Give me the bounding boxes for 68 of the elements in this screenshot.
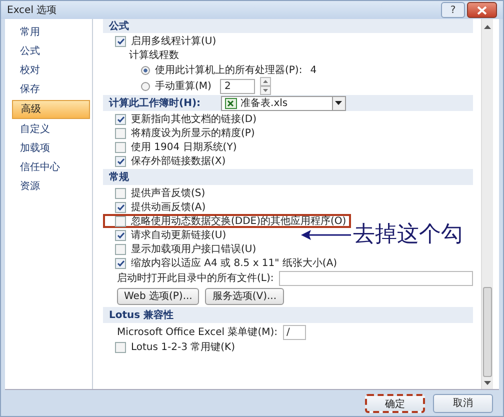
sidebar-item[interactable]: 信任中心 bbox=[12, 159, 90, 176]
input-field[interactable] bbox=[278, 270, 473, 286]
options-button[interactable]: Web 选项(P)... bbox=[117, 288, 200, 304]
checkbox[interactable] bbox=[115, 202, 126, 212]
caret-icon bbox=[335, 101, 342, 105]
option-label: 计算线程数 bbox=[129, 48, 179, 62]
input-field[interactable]: / bbox=[282, 324, 306, 340]
sidebar-item[interactable]: 保存 bbox=[12, 81, 90, 98]
sidebar-item[interactable]: 公式 bbox=[12, 43, 90, 60]
sidebar-item[interactable]: 校对 bbox=[12, 62, 90, 79]
checkbox-label: Lotus 1-2-3 常用键(K) bbox=[131, 340, 236, 354]
field-label: 启动时打开此目录中的所有文件(L): bbox=[117, 272, 274, 284]
checkbox-label: 使用 1904 日期系统(Y) bbox=[131, 140, 237, 154]
checkbox-label: 提供动画反馈(A) bbox=[131, 200, 206, 214]
close-icon bbox=[477, 6, 487, 14]
checkbox[interactable] bbox=[115, 244, 126, 254]
window-title: Excel 选项 bbox=[7, 4, 57, 17]
radio-label: 手动重算(M) bbox=[155, 80, 212, 92]
spreadsheet-icon bbox=[224, 98, 237, 108]
options-button[interactable]: 服务选项(V)... bbox=[205, 288, 284, 304]
section-title: 常规 bbox=[109, 170, 129, 184]
checkbox[interactable] bbox=[115, 128, 126, 138]
checkbox-label: 忽略使用动态数据交换(DDE)的其他应用程序(O) bbox=[131, 214, 346, 228]
field-label: Microsoft Office Excel 菜单键(M): bbox=[117, 326, 278, 338]
workbook-dropdown[interactable]: 准备表.xls bbox=[220, 96, 346, 110]
checkbox[interactable] bbox=[115, 230, 126, 240]
scrollbar[interactable] bbox=[481, 19, 493, 389]
checkbox[interactable] bbox=[115, 114, 126, 124]
annotation-text: 去掉这个勾 bbox=[353, 223, 463, 247]
dropdown-button[interactable] bbox=[332, 96, 345, 110]
spin-field[interactable]: 2 bbox=[220, 78, 256, 94]
checkbox-label: 缩放内容以适应 A4 或 8.5 x 11" 纸张大小(A) bbox=[131, 256, 338, 270]
section-title: 公式 bbox=[109, 20, 129, 32]
checkbox-label: 显示加载项用户接口错误(U) bbox=[131, 242, 256, 256]
scroll-thumb[interactable] bbox=[483, 287, 492, 377]
checkbox-label: 更新指向其他文档的链接(D) bbox=[131, 112, 257, 126]
checkbox-label: 提供声音反馈(S) bbox=[131, 186, 206, 200]
sidebar-item[interactable]: 自定义 bbox=[12, 121, 90, 138]
checkbox[interactable] bbox=[115, 216, 126, 226]
arrow-icon bbox=[301, 229, 351, 241]
sidebar-item[interactable]: 加载项 bbox=[12, 140, 90, 157]
checkbox[interactable] bbox=[115, 188, 126, 198]
sidebar-item[interactable]: 常用 bbox=[12, 24, 90, 41]
spin-buttons[interactable] bbox=[260, 77, 272, 95]
section-title: 计算此工作簿时(H): bbox=[109, 96, 201, 110]
help-button[interactable]: ? bbox=[441, 2, 465, 18]
up-arrow-icon bbox=[484, 25, 491, 29]
sidebar-item[interactable]: 资源 bbox=[12, 178, 90, 195]
dialog-button[interactable]: 取消 bbox=[433, 394, 493, 412]
checkbox[interactable] bbox=[115, 36, 126, 46]
checkbox[interactable] bbox=[115, 142, 126, 152]
section-title: Lotus 兼容性 bbox=[109, 308, 174, 322]
checkbox-label: 保存外部链接数据(X) bbox=[131, 154, 226, 168]
dialog-button[interactable]: 确定 bbox=[365, 394, 425, 412]
down-arrow-icon bbox=[484, 381, 491, 385]
radio-button[interactable] bbox=[141, 66, 150, 74]
checkbox[interactable] bbox=[115, 342, 126, 352]
sidebar-item[interactable]: 高级 bbox=[12, 100, 90, 119]
checkbox-label: 将精度设为所显示的精度(P) bbox=[131, 126, 255, 140]
checkbox[interactable] bbox=[115, 156, 126, 166]
checkbox[interactable] bbox=[115, 258, 126, 268]
radio-button[interactable] bbox=[141, 82, 150, 90]
radio-label: 使用此计算机上的所有处理器(P): bbox=[155, 64, 302, 76]
processor-count: 4 bbox=[310, 64, 317, 76]
dropdown-value: 准备表.xls bbox=[240, 96, 289, 110]
checkbox-label: 启用多线程计算(U) bbox=[131, 34, 216, 48]
checkbox-label: 请求自动更新链接(U) bbox=[131, 228, 226, 242]
close-button[interactable] bbox=[467, 2, 497, 18]
